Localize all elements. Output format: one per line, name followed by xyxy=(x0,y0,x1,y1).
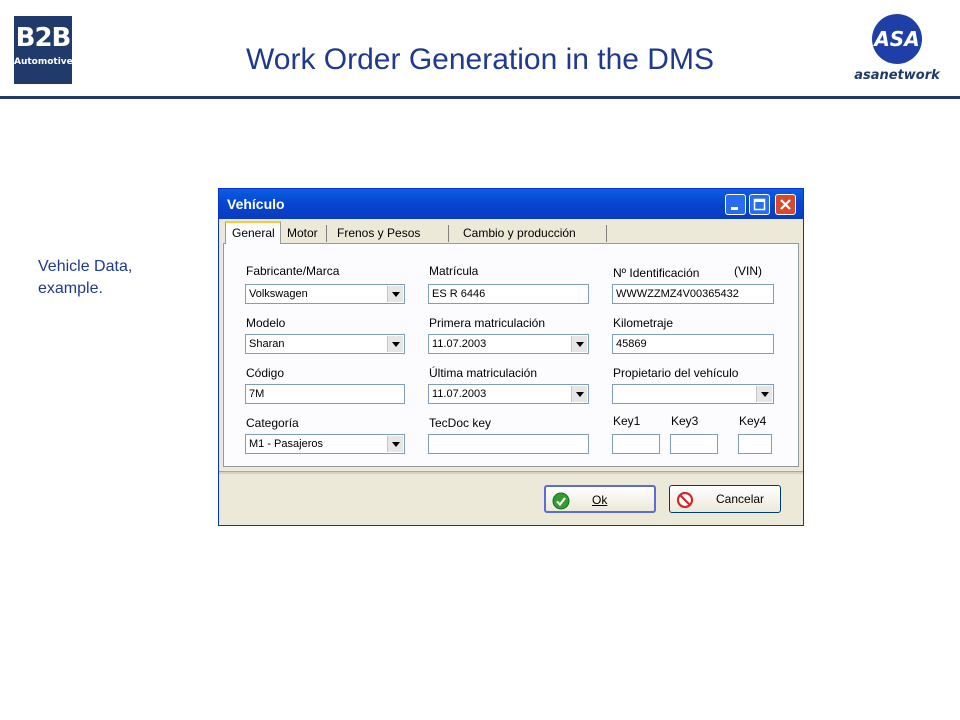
footer-divider xyxy=(219,471,803,474)
ultima-value: 11.07.2003 xyxy=(432,388,487,400)
asanetwork-logo: ASA asanetwork xyxy=(848,14,946,86)
caption-line-1: Vehicle Data, xyxy=(38,258,133,275)
key3-label: Key3 xyxy=(671,414,699,428)
tab-cambio-label: Cambio y producción xyxy=(463,226,576,240)
key3-field[interactable] xyxy=(670,434,718,454)
vin-label: (VIN) xyxy=(734,264,762,278)
codigo-label: Código xyxy=(246,366,285,380)
tab-cambio-y-produccion[interactable]: Cambio y producción xyxy=(457,223,607,243)
tecdoc-label: TecDoc key xyxy=(429,416,492,430)
primera-label: Primera matriculación xyxy=(429,316,546,330)
chevron-down-icon[interactable] xyxy=(756,386,772,402)
vehicle-dialog: Vehículo General Motor Frenos y Pesos Ca… xyxy=(218,188,804,526)
fabricante-value: Volkswagen xyxy=(249,288,308,300)
matricula-field[interactable]: ES R 6446 xyxy=(428,284,589,304)
no-entry-icon xyxy=(676,491,694,509)
chevron-down-icon[interactable] xyxy=(387,336,403,352)
propietario-select[interactable] xyxy=(612,384,774,404)
check-circle-icon xyxy=(552,492,570,510)
asa-logo-word: asanetwork xyxy=(854,68,940,83)
identificacion-label: Nº Identificación xyxy=(613,266,700,280)
modelo-select[interactable]: Sharan xyxy=(245,334,405,354)
key4-field[interactable] xyxy=(738,434,772,454)
primera-select[interactable]: 11.07.2003 xyxy=(428,334,589,354)
close-icon xyxy=(780,199,791,210)
modelo-value: Sharan xyxy=(249,338,285,350)
matricula-label: Matrícula xyxy=(429,264,479,278)
tab-motor[interactable]: Motor xyxy=(281,223,327,243)
slide-title: Work Order Generation in the DMS xyxy=(246,43,714,76)
identificacion-field[interactable]: WWWZZMZ4V00365432 xyxy=(612,284,774,304)
ultima-label: Última matriculación xyxy=(429,366,538,380)
kilometraje-field[interactable]: 45869 xyxy=(612,334,774,354)
tab-general[interactable]: General xyxy=(225,221,281,244)
slide-caption: Vehicle Data, example. xyxy=(38,256,198,300)
asa-logo-mark: ASA xyxy=(872,14,922,64)
primera-value: 11.07.2003 xyxy=(432,338,487,350)
propietario-label: Propietario del vehículo xyxy=(613,366,739,380)
categoria-select[interactable]: M1 - Pasajeros xyxy=(245,434,405,454)
header-divider xyxy=(0,96,960,99)
caption-line-2: example. xyxy=(38,280,103,297)
categoria-label: Categoría xyxy=(246,416,299,430)
chevron-down-icon[interactable] xyxy=(387,286,403,302)
fabricante-label: Fabricante/Marca xyxy=(246,264,340,278)
chevron-down-icon[interactable] xyxy=(571,386,587,402)
ultima-select[interactable]: 11.07.2003 xyxy=(428,384,589,404)
tab-motor-label: Motor xyxy=(287,226,318,240)
tecdoc-field[interactable] xyxy=(428,434,589,454)
minimize-button[interactable] xyxy=(725,194,746,215)
dialog-titlebar[interactable]: Vehículo xyxy=(219,189,803,219)
ok-button-label: Ok xyxy=(592,493,608,507)
cancel-button-label: Cancelar xyxy=(716,492,765,506)
kilometraje-label: Kilometraje xyxy=(613,316,674,330)
key1-label: Key1 xyxy=(613,414,641,428)
chevron-down-icon[interactable] xyxy=(571,336,587,352)
maximize-icon xyxy=(753,198,766,211)
ok-button[interactable]: Ok xyxy=(544,485,656,513)
dialog-title: Vehículo xyxy=(227,196,285,212)
maximize-button[interactable] xyxy=(749,194,770,215)
chevron-down-icon[interactable] xyxy=(387,436,403,452)
close-button[interactable] xyxy=(775,194,796,215)
categoria-value: M1 - Pasajeros xyxy=(249,438,323,450)
cancel-button[interactable]: Cancelar xyxy=(669,485,781,513)
minimize-icon xyxy=(731,207,738,210)
modelo-label: Modelo xyxy=(246,316,286,330)
codigo-field[interactable]: 7M xyxy=(245,384,405,404)
general-tab-panel: Fabricante/Marca Volkswagen Modelo Shara… xyxy=(223,243,799,467)
tab-frenos-y-pesos[interactable]: Frenos y Pesos xyxy=(331,223,449,243)
key4-label: Key4 xyxy=(739,414,767,428)
tab-frenos-label: Frenos y Pesos xyxy=(337,226,421,240)
key1-field[interactable] xyxy=(612,434,660,454)
fabricante-select[interactable]: Volkswagen xyxy=(245,284,405,304)
